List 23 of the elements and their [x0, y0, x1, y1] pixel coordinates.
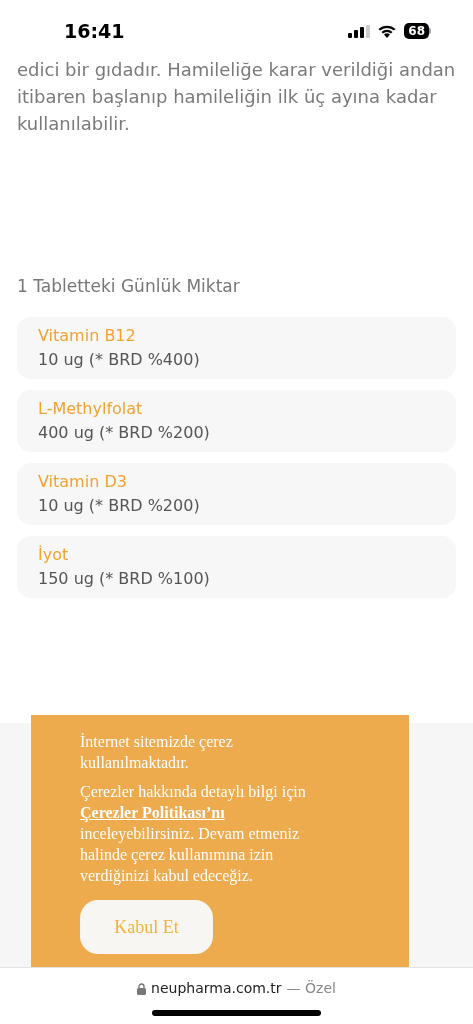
accept-button[interactable]: Kabul Et	[80, 900, 213, 954]
description-text: edici bir gıdadır. Hamileliğe karar verildiği andan	[17, 58, 456, 82]
status-time: 16:41	[64, 18, 125, 44]
battery-icon: 68	[404, 23, 431, 39]
nutrient-amount: 150 ug (* BRD %100)	[38, 567, 211, 590]
nutrient-name: L-Methylfolat	[38, 397, 144, 420]
section-title: 1 Tabletteki Günlük Miktar	[16, 275, 241, 298]
lock-icon	[137, 982, 147, 995]
description-text: itibaren başlanıp hamileliğin ilk üç ayına kadar	[17, 85, 438, 109]
nutrient-amount: 10 ug (* BRD %400)	[38, 348, 201, 371]
cookie-notice: İnternet sitemizde çerez kullanılmaktadır.	[80, 732, 234, 773]
nutrient-amount: 400 ug (* BRD %200)	[38, 421, 211, 444]
description-text: kullanılabilir.	[17, 112, 131, 136]
nutrient-name: Vitamin B12	[38, 324, 137, 347]
url-text[interactable]: neupharma.com.tr	[151, 978, 282, 999]
wifi-icon	[377, 24, 398, 38]
signal-icon	[348, 24, 371, 38]
private-label: — Özel	[286, 979, 336, 998]
nutrient-name: İyot	[38, 543, 70, 566]
nutrient-name: Vitamin D3	[38, 470, 128, 493]
nutrient-amount: 10 ug (* BRD %200)	[38, 494, 201, 517]
cookie-text: Çerezler hakkında detaylı bilgi için Çerezler Politikası’nı inceleyebilirsiniz. Devam etmeniz halinde çerez kullanımına izin verdiğinizi kabul edeceğiz.	[80, 782, 307, 886]
cookie-policy-link[interactable]: Çerezler Politikası’nı	[80, 804, 225, 821]
